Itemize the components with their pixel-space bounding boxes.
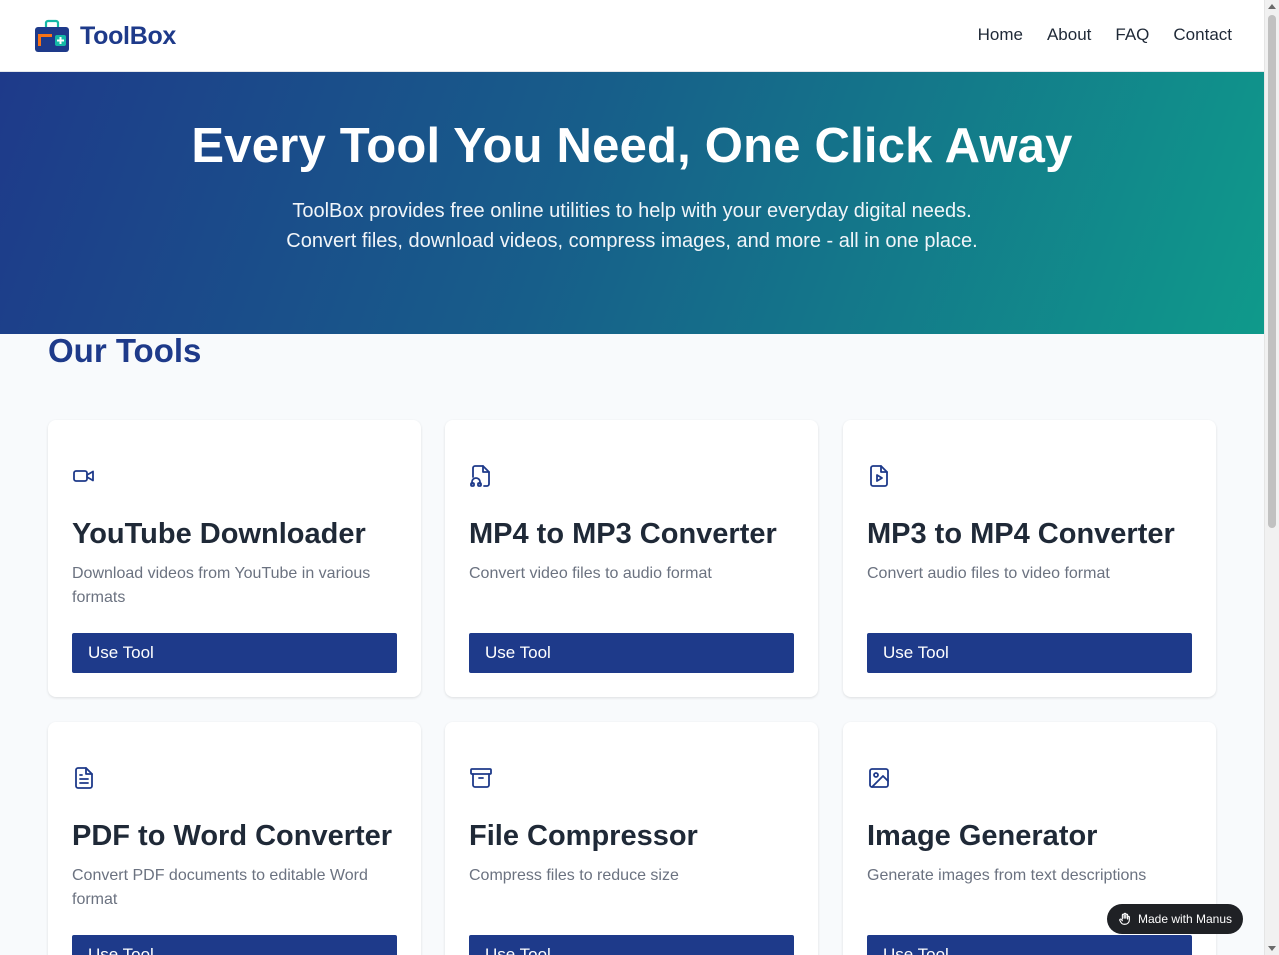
use-tool-button-pdf-to-word[interactable]: Use Tool [72,935,397,955]
tool-card-description: Convert video files to audio format [469,565,712,582]
badge-label: Made with Manus [1137,912,1233,926]
nav-link-about[interactable]: About [1047,25,1091,45]
tool-card-pdf-to-word: PDF to Word Converter Convert PDF docume… [48,722,421,955]
hero-subtitle-line-1: ToolBox provides free online utilities t… [292,200,972,222]
archive-icon [469,766,493,790]
made-with-manus-badge[interactable]: Made with Manus [1107,904,1243,934]
main-nav: Home About FAQ Contact [978,25,1232,45]
hero-banner: Every Tool You Need, One Click Away Tool… [0,72,1264,334]
hero-subtitle-line-2: Convert files, download videos, compress… [286,230,978,252]
scroll-down-arrow-icon[interactable] [1268,946,1276,951]
section-title-our-tools: Our Tools [48,332,202,369]
tool-card-title: Image Generator [867,820,1098,852]
top-navigation-bar: ToolBox Home About FAQ Contact [0,0,1264,72]
tool-card-title: MP4 to MP3 Converter [469,518,777,550]
use-tool-button-image-generator[interactable]: Use Tool [867,935,1192,955]
tool-card-mp3-to-mp4: MP3 to MP4 Converter Convert audio files… [843,420,1216,697]
tool-card-file-compressor: File Compressor Compress files to reduce… [445,722,818,955]
nav-link-contact[interactable]: Contact [1173,25,1232,45]
use-tool-button-mp3-to-mp4[interactable]: Use Tool [867,633,1192,673]
use-tool-button-file-compressor[interactable]: Use Tool [469,935,794,955]
use-tool-button-youtube-downloader[interactable]: Use Tool [72,633,397,673]
image-icon [867,766,891,790]
page: ToolBox Home About FAQ Contact Every Too… [0,0,1264,955]
nav-link-faq[interactable]: FAQ [1115,25,1149,45]
logo-text: ToolBox [80,21,177,50]
logo[interactable]: ToolBox [34,18,176,54]
tool-card-youtube-downloader: YouTube Downloader Download videos from … [48,420,421,697]
document-icon [72,766,96,790]
hero-title: Every Tool You Need, One Click Away [191,119,1073,173]
toolbox-logo-icon [35,19,69,52]
scroll-up-arrow-icon[interactable] [1268,4,1276,9]
tool-card-description: Compress files to reduce size [469,867,679,884]
vertical-scrollbar[interactable] [1264,0,1279,955]
file-video-icon [867,464,891,488]
video-camera-icon [72,464,96,488]
tool-card-description: Convert PDF documents to editable Word f… [72,867,368,908]
nav-link-home[interactable]: Home [978,25,1023,45]
scrollbar-thumb[interactable] [1268,15,1276,528]
tool-card-description: Download videos from YouTube in various … [72,565,371,606]
tool-card-mp4-to-mp3: MP4 to MP3 Converter Convert video files… [445,420,818,697]
tool-card-title: MP3 to MP4 Converter [867,518,1175,550]
file-audio-icon [469,464,493,488]
use-tool-button-mp4-to-mp3[interactable]: Use Tool [469,633,794,673]
tool-card-title: File Compressor [469,820,698,852]
tool-card-title: PDF to Word Converter [72,820,393,852]
tool-card-description: Generate images from text descriptions [867,867,1147,884]
manus-hand-icon [1119,912,1130,925]
tool-card-description: Convert audio files to video format [867,565,1110,582]
tool-card-title: YouTube Downloader [72,518,366,550]
hero-subtitle: ToolBox provides free online utilities t… [0,196,1264,256]
